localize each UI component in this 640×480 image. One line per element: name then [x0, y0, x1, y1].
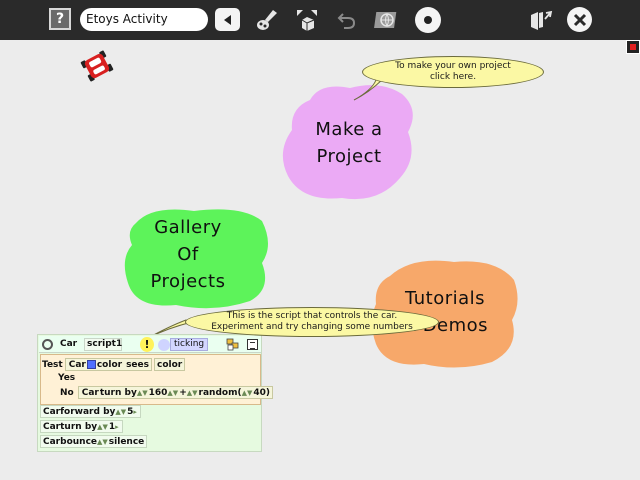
supplies-button[interactable] — [294, 7, 320, 33]
no-command-tile[interactable]: Car turn by ▲▼ 160 ▲▼ + ▲▼ random ( ▲▼ 4… — [77, 386, 274, 399]
share-icon — [531, 10, 553, 30]
script-menu-icon[interactable] — [247, 339, 258, 350]
test-verb: sees — [126, 359, 149, 370]
value-arrows-icon[interactable]: ▲▼ — [137, 389, 148, 397]
make-project-label: Make a Project — [315, 119, 383, 167]
paren-close: ) — [265, 387, 271, 398]
supplies-icon — [297, 10, 317, 31]
test-condition-tile[interactable]: Car color sees — [64, 358, 152, 371]
value-arrows-icon[interactable]: ▲▼ — [97, 423, 108, 431]
test-property: color — [96, 359, 123, 370]
toolbar: ? Etoys Activity — [0, 0, 640, 40]
yes-label: Yes — [58, 373, 76, 383]
value-arrows-icon[interactable]: ▲▼ — [115, 408, 126, 416]
random-value[interactable]: 40 — [253, 388, 266, 398]
balloon-line: Experiment and try changing some numbers — [211, 322, 413, 332]
fire-script-icon[interactable]: ! — [140, 337, 154, 352]
flap-tab[interactable] — [626, 40, 640, 54]
value-arrows-icon[interactable]: ▲▼ — [242, 389, 253, 397]
script-status-toggle[interactable]: ticking — [170, 338, 209, 351]
test-block[interactable]: Test Car color sees color Yes No Car tur… — [40, 354, 274, 405]
command-value[interactable]: silence — [109, 437, 144, 447]
balloon-line: click here. — [429, 72, 477, 82]
no-command: turn by — [99, 387, 137, 398]
share-button[interactable] — [528, 7, 554, 33]
test-object: Car — [68, 359, 86, 370]
test-target-label: color — [157, 359, 183, 370]
script-player-name: Car — [60, 339, 78, 349]
paint-icon — [257, 10, 277, 30]
close-icon — [573, 13, 586, 26]
back-icon — [223, 14, 231, 25]
back-button[interactable] — [215, 8, 240, 31]
command-tile[interactable]: Car forward by ▲▼ 5 ▸ — [40, 405, 141, 418]
test-target-tile[interactable]: color — [154, 358, 186, 371]
command-object: Car — [43, 406, 61, 417]
gallery-label: Gallery Of Projects — [150, 217, 226, 292]
command-name: turn by — [60, 421, 98, 432]
command-object: Car — [43, 421, 61, 432]
value-arrows-icon[interactable]: ▲▼ — [187, 389, 198, 397]
activity-title-field[interactable]: Etoys Activity — [80, 8, 208, 31]
command-row[interactable]: Car bounce ▲▼ silence — [40, 435, 150, 448]
stop-button[interactable] — [415, 7, 441, 33]
car-sprite[interactable] — [80, 50, 114, 82]
paint-button[interactable] — [255, 7, 281, 33]
balloon-line: This is the script that controls the car… — [226, 311, 398, 321]
no-value[interactable]: 160 — [149, 388, 168, 398]
command-row[interactable]: Car turn by ▲▼ 1 ▸ — [40, 420, 125, 433]
value-arrows-icon[interactable]: ▲▼ — [167, 389, 178, 397]
value-arrows-icon[interactable]: ▸ — [115, 423, 119, 431]
close-button[interactable] — [567, 7, 592, 32]
script-hint-balloon: This is the script that controls the car… — [185, 307, 439, 337]
plus-operator[interactable]: + — [179, 388, 187, 398]
no-object: Car — [81, 387, 99, 398]
value-arrows-icon[interactable]: ▸ — [133, 408, 137, 416]
test-label: Test — [42, 359, 63, 370]
command-object: Car — [43, 436, 61, 447]
undo-icon — [337, 13, 356, 29]
help-button[interactable]: ? — [49, 8, 71, 30]
command-row[interactable]: Car forward by ▲▼ 5 ▸ — [40, 405, 143, 418]
stop-icon — [424, 16, 432, 24]
value-arrows-icon[interactable]: ▲▼ — [97, 438, 108, 446]
language-button[interactable] — [374, 7, 400, 33]
script-header: Car script1 ! ticking — [39, 336, 261, 353]
tiles-icon[interactable] — [226, 338, 239, 351]
clock-icon — [158, 339, 170, 351]
random-label: random — [198, 387, 238, 398]
make-project-balloon: To make your own project click here. — [362, 56, 544, 88]
color-swatch[interactable] — [86, 360, 96, 369]
command-tile[interactable]: Car turn by ▲▼ 1 ▸ — [40, 420, 123, 433]
no-label: No — [60, 387, 74, 398]
language-globe-icon — [374, 12, 397, 28]
balloon-line: To make your own project — [395, 61, 511, 71]
dismiss-circle-icon[interactable] — [42, 339, 53, 350]
script-name-field[interactable]: script1 — [84, 338, 122, 351]
script-editor[interactable]: Car script1 ! ticking Test Car color see… — [37, 334, 274, 452]
command-tile[interactable]: Car bounce ▲▼ silence — [40, 435, 148, 448]
undo-button[interactable] — [334, 7, 360, 33]
command-name: bounce — [60, 436, 98, 447]
command-name: forward by — [60, 406, 116, 417]
